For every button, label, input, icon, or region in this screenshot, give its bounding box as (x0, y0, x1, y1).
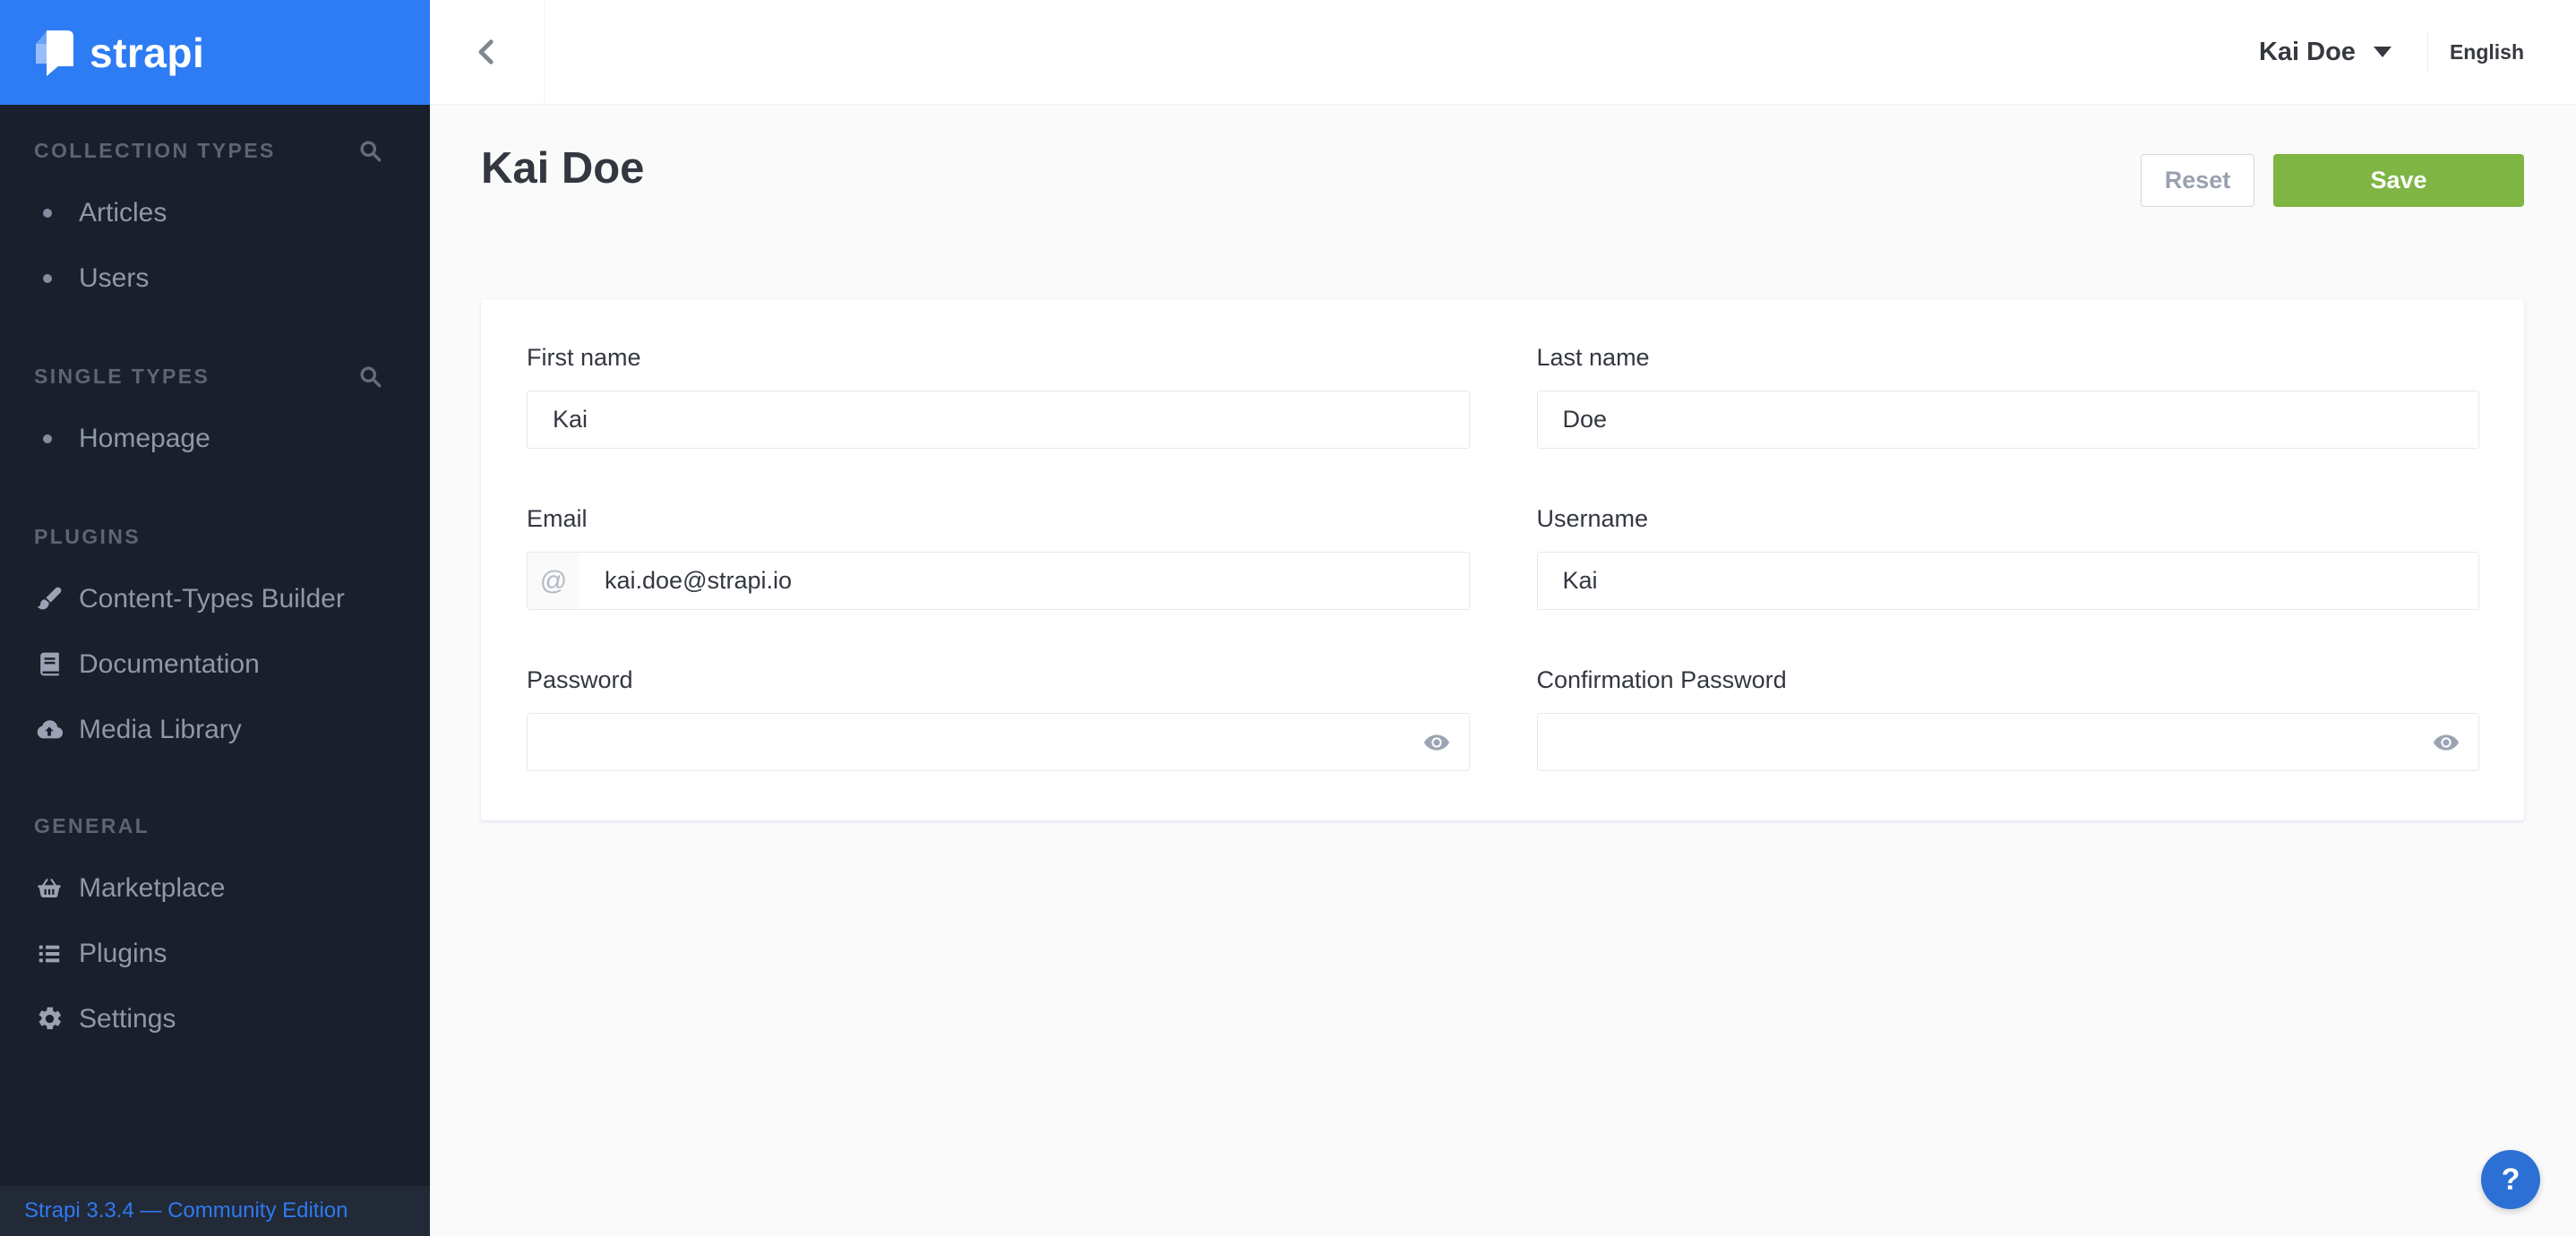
chevron-left-icon (472, 37, 502, 67)
sidebar-item-media-library[interactable]: Media Library (0, 697, 430, 762)
sidebar: strapi COLLECTION TYPES Articles Users (0, 0, 430, 1236)
topbar-divider (2427, 31, 2428, 73)
confirmation-password-input[interactable] (1538, 714, 2415, 770)
username-input[interactable] (1538, 553, 2479, 609)
password-label: Password (527, 666, 1470, 693)
sidebar-item-content-types-builder[interactable]: Content-Types Builder (0, 566, 430, 631)
save-button[interactable]: Save (2273, 154, 2524, 207)
sidebar-item-documentation[interactable]: Documentation (0, 631, 430, 697)
username-label: Username (1537, 505, 2480, 532)
book-icon (34, 649, 64, 680)
form-grid: First name Last name Email @ Usern (527, 344, 2479, 771)
topbar-spacer (545, 0, 2259, 104)
gear-icon (34, 1004, 64, 1034)
bullet-icon (43, 274, 52, 283)
back-button[interactable] (430, 0, 545, 104)
main-content: Kai Doe Reset Save First name Last name … (430, 105, 2576, 1236)
field-email: Email @ (527, 505, 1470, 610)
sidebar-nav: COLLECTION TYPES Articles Users SINGLE T… (0, 105, 430, 1051)
email-input[interactable] (580, 553, 1469, 609)
sidebar-item-articles[interactable]: Articles (0, 180, 430, 245)
version-link[interactable]: Strapi 3.3.4 — Community Edition (24, 1198, 348, 1223)
sidebar-item-users[interactable]: Users (0, 245, 430, 311)
sidebar-item-marketplace[interactable]: Marketplace (0, 855, 430, 921)
help-button[interactable]: ? (2481, 1150, 2540, 1209)
sidebar-item-homepage[interactable]: Homepage (0, 406, 430, 471)
first-name-input[interactable] (528, 391, 1469, 448)
page-header: Kai Doe Reset Save (430, 105, 2576, 207)
list-icon (34, 939, 64, 969)
section-label: SINGLE TYPES (34, 365, 210, 389)
last-name-label: Last name (1537, 344, 2480, 371)
field-last-name: Last name (1537, 344, 2480, 449)
password-reveal-button[interactable] (1404, 714, 1469, 770)
field-confirmation-password: Confirmation Password (1537, 666, 2480, 771)
page-actions: Reset Save (2141, 154, 2524, 207)
section-label: GENERAL (34, 814, 150, 838)
search-icon[interactable] (357, 364, 382, 389)
field-password: Password (527, 666, 1470, 771)
password-input[interactable] (528, 714, 1404, 770)
sidebar-footer: Strapi 3.3.4 — Community Edition (0, 1186, 430, 1236)
section-single-types: SINGLE TYPES Homepage (0, 311, 430, 471)
confirmation-password-label: Confirmation Password (1537, 666, 2480, 693)
confirmation-password-reveal-button[interactable] (2414, 714, 2478, 770)
section-plugins: PLUGINS Content-Types Builder Documentat… (0, 471, 430, 762)
logo-wordmark: strapi (90, 29, 204, 77)
section-label: PLUGINS (34, 525, 141, 549)
page-title: Kai Doe (481, 143, 644, 193)
strapi-logo-icon (34, 29, 75, 77)
section-label: COLLECTION TYPES (34, 139, 276, 163)
bullet-icon (43, 209, 52, 218)
first-name-label: First name (527, 344, 1470, 371)
eye-icon (2432, 728, 2460, 757)
field-first-name: First name (527, 344, 1470, 449)
topbar: Kai Doe English (430, 0, 2576, 105)
basket-icon (34, 873, 64, 904)
email-label: Email (527, 505, 1470, 532)
search-icon[interactable] (357, 138, 382, 163)
caret-down-icon (2374, 47, 2391, 57)
section-general: GENERAL Marketplace Plugins (0, 762, 430, 1051)
eye-icon (1422, 728, 1451, 757)
field-username: Username (1537, 505, 2480, 610)
sidebar-item-plugins[interactable]: Plugins (0, 921, 430, 986)
bullet-icon (43, 434, 52, 443)
at-sign-icon: @ (528, 553, 580, 609)
language-selector[interactable]: English (2450, 40, 2524, 64)
sidebar-item-settings[interactable]: Settings (0, 986, 430, 1051)
user-name: Kai Doe (2259, 38, 2356, 67)
paint-brush-icon (34, 584, 64, 614)
strapi-logo[interactable]: strapi (0, 0, 430, 105)
section-collection-types: COLLECTION TYPES Articles Users (0, 105, 430, 311)
last-name-input[interactable] (1538, 391, 2479, 448)
user-form-card: First name Last name Email @ Usern (481, 300, 2524, 820)
reset-button[interactable]: Reset (2141, 154, 2254, 207)
cloud-upload-icon (34, 715, 64, 745)
user-menu-dropdown[interactable]: Kai Doe (2259, 38, 2391, 67)
